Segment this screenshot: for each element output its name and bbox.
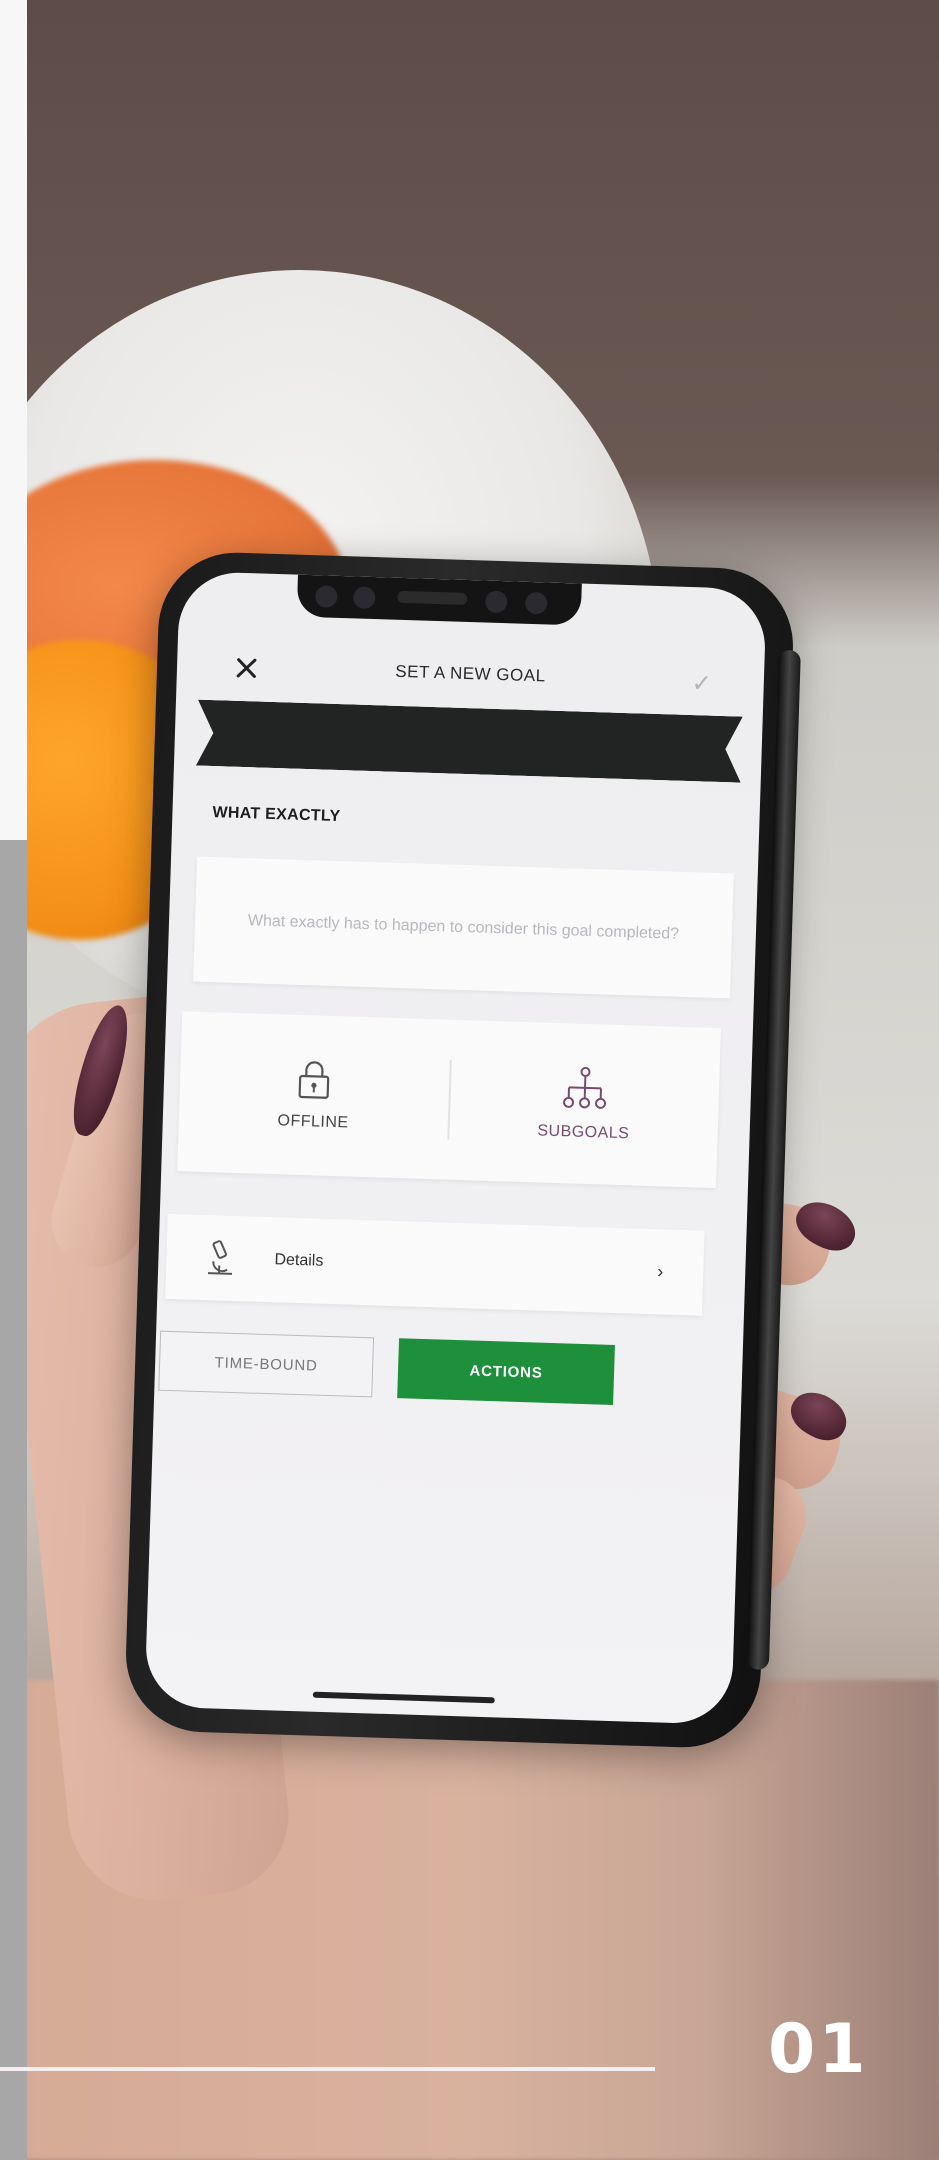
subgoals-label: SUBGOALS [537, 1122, 630, 1143]
left-panel-gray [0, 840, 27, 2160]
subgoals-toggle[interactable]: SUBGOALS [448, 1020, 721, 1188]
microscope-icon [207, 1239, 233, 1275]
section-label: WHAT EXACTLY [212, 804, 341, 826]
check-icon[interactable]: ✓ [691, 669, 712, 699]
page-number: 01 [768, 2010, 869, 2089]
goal-description-placeholder: What exactly has to happen to consider t… [247, 911, 680, 943]
sensor-dot [314, 585, 338, 608]
details-row[interactable]: Details › [165, 1213, 705, 1316]
time-bound-button[interactable]: TIME-BOUND [158, 1330, 375, 1398]
chevron-right-icon: › [656, 1261, 664, 1282]
phone-screen: SET A NEW GOAL ✓ WHAT EXACTLY What exact… [144, 570, 767, 1725]
background-photo: SET A NEW GOAL ✓ WHAT EXACTLY What exact… [0, 0, 939, 2160]
phone-notch [296, 574, 582, 626]
sensor-dot [352, 586, 376, 610]
sensor-dot [524, 591, 548, 615]
footer-rule [0, 2067, 655, 2071]
goal-banner [196, 700, 743, 783]
hierarchy-icon [562, 1066, 606, 1109]
offline-toggle[interactable]: OFFLINE [177, 1011, 450, 1179]
app-header: SET A NEW GOAL ✓ [176, 649, 764, 707]
goal-description-field[interactable]: What exactly has to happen to consider t… [193, 856, 734, 999]
goal-options: OFFLINE SUBGOALS [177, 1011, 721, 1189]
lock-icon [298, 1061, 330, 1099]
speaker-grille [397, 590, 468, 605]
page-title: SET A NEW GOAL [395, 661, 546, 686]
home-indicator[interactable] [312, 1691, 495, 1704]
smartphone: SET A NEW GOAL ✓ WHAT EXACTLY What exact… [123, 550, 801, 1750]
camera-dot [484, 590, 508, 614]
offline-label: OFFLINE [277, 1112, 349, 1132]
left-panel-light [0, 0, 27, 840]
details-label: Details [274, 1250, 324, 1270]
actions-button[interactable]: ACTIONS [397, 1338, 615, 1405]
